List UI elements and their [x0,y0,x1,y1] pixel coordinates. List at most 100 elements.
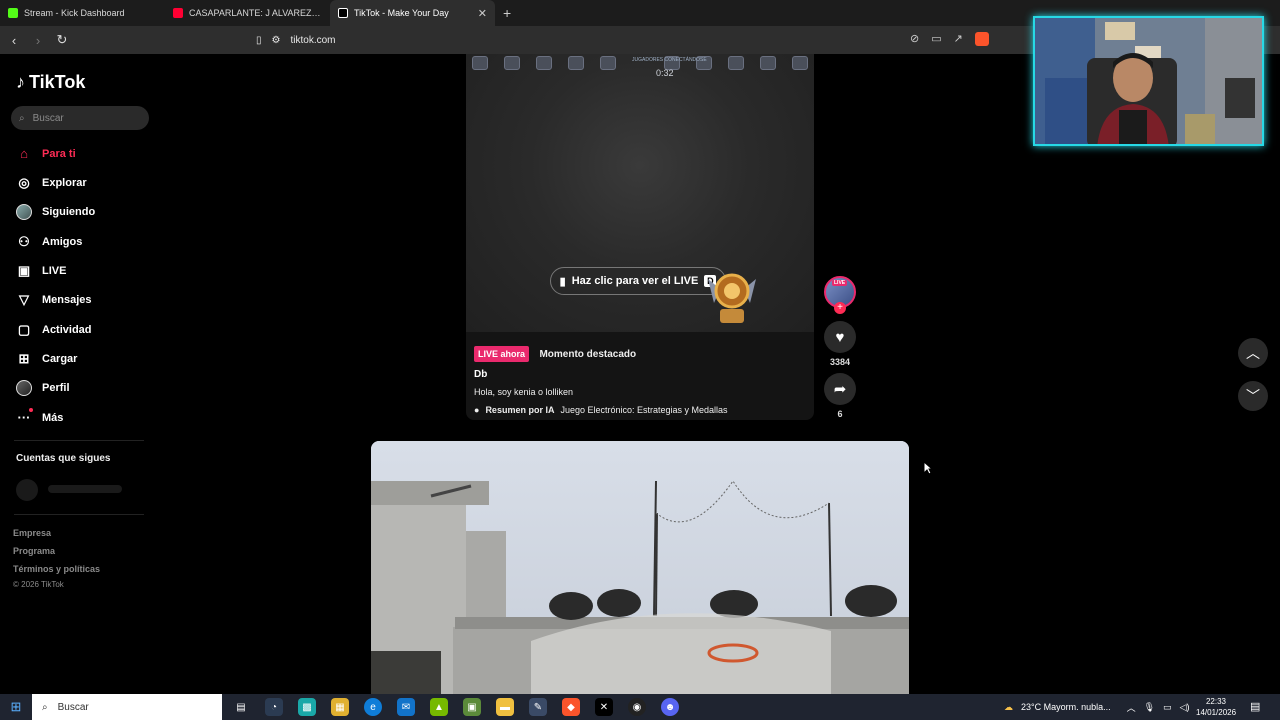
sidebar-item-perfil[interactable]: Perfil [16,380,70,396]
discord-icon[interactable]: ☻ [661,698,679,716]
footer-link-programa[interactable]: Programa [13,546,55,556]
volume-icon[interactable]: ◁) [1180,702,1190,713]
sidebar-item-para-ti[interactable]: ⌂ Para ti [16,146,76,161]
author-name[interactable]: Db [474,369,804,380]
tiktok-favicon-icon [338,8,348,18]
tiktok-note-icon: ♪ [16,72,25,92]
back-arrow-icon[interactable]: ‹ [4,33,24,48]
minecraft-icon[interactable]: ▣ [463,698,481,716]
share-button[interactable]: ➦ [824,373,856,405]
task-view-icon[interactable]: ▤ [232,698,250,716]
store-icon[interactable]: ▦ [331,698,349,716]
footer-link-terminos[interactable]: Términos y políticas [13,564,100,574]
microphone-icon[interactable]: 🎙︎ [1144,702,1155,713]
teal-app-icon[interactable]: ▩ [298,698,316,716]
share-icon[interactable]: ↗ [954,32,963,46]
live-description: Hola, soy kenia o lolliken [474,387,574,397]
brave-shield-icon[interactable] [974,32,989,46]
file-explorer-icon[interactable]: ▬ [496,698,514,716]
live-now-badge[interactable]: LIVE ahora [474,346,530,362]
tab-youtube[interactable]: CASAPARLANTE: J ALVAREZ - YouTube [165,0,330,26]
tab-title: TikTok - Make Your Day [354,8,449,18]
cast-icon[interactable]: ▭ [931,32,941,46]
windows-taskbar: ⊞ ⌕ Buscar ▤ ◔ ▩ ▦ e ✉ ▲ ▣ ▬ ✎ ◆ ✕ ◉ ☻ ☁… [0,694,1280,720]
mail-icon[interactable]: ✉ [397,698,415,716]
notifications-icon[interactable]: ▤ [1250,700,1260,713]
highlight-label: Momento destacado [539,349,637,360]
sidebar-item-mas[interactable]: ··· Más [16,408,63,425]
player-slot [504,56,520,70]
sidebar-item-label: Amigos [42,236,83,248]
live-info: LIVE ahora Momento destacado Db Hola, so… [474,344,804,415]
speedometer-app-icon[interactable]: ◔ [265,698,283,716]
close-tab-icon[interactable]: ✕ [478,7,487,20]
watch-live-label: Haz clic para ver el LIVE [571,275,699,287]
following-accounts-title: Cuentas que sigues [16,453,111,464]
sidebar-item-amigos[interactable]: ⚇ Amigos [16,234,82,250]
site-info-icon[interactable]: ⚙ [272,35,281,46]
translate-icon[interactable]: ⊘ [910,32,919,46]
sidebar-item-explorar[interactable]: ◎ Explorar [16,175,87,191]
search-placeholder: Buscar [32,112,64,124]
url-text: tiktok.com [290,34,336,46]
follow-plus-icon[interactable]: + [834,302,846,314]
sidebar-item-label: Siguiendo [42,206,96,218]
obs-icon[interactable]: ◉ [628,698,646,716]
forward-arrow-icon[interactable]: › [28,33,48,48]
tiktok-logo[interactable]: ♪ TikTok [16,72,85,93]
windows-start-icon[interactable]: ⊞ [0,699,32,715]
ai-summary[interactable]: ● Resumen por IA Juego Electrónico: Estr… [474,405,804,415]
sidebar-item-cargar[interactable]: ⊞ Cargar [16,351,78,367]
sidebar-item-siguiendo[interactable]: Siguiendo [16,204,95,220]
nvidia-icon[interactable]: ▲ [430,698,448,716]
footer-link-empresa[interactable]: Empresa [13,528,51,538]
tool-app-icon[interactable]: ✎ [529,698,547,716]
bookmark-icon[interactable]: ▯ [256,35,262,46]
search-icon: ⌕ [42,701,48,713]
taskbar-clock[interactable]: 22:33 14/01/2026 [1196,696,1236,718]
ai-summary-topic: Juego Electrónico: Estrategias y Medalla… [560,405,728,415]
url-field[interactable]: ▯ ⚙ tiktok.com [256,30,336,50]
live-video-preview[interactable]: JUGADORES CONECTÁNDOSE 0:32 ▮ Haz clic p… [466,54,814,332]
reload-icon[interactable]: ↻ [52,32,72,48]
sidebar-item-label: Para ti [42,147,76,160]
taskbar-search[interactable]: ⌕ Buscar [32,694,222,720]
tray-chevron-up-icon[interactable]: ︿ [1127,701,1136,714]
home-icon: ⌂ [20,146,28,161]
previous-video-button[interactable]: ︿ [1238,338,1268,368]
sidebar-item-actividad[interactable]: ▢ Actividad [16,322,92,338]
video-thumbnail [371,441,909,694]
player-slot [760,56,776,70]
weather-icon: ☁ [1004,701,1013,712]
tab-tiktok[interactable]: TikTok - Make Your Day ✕ [330,0,495,26]
brave-browser-icon[interactable]: ◆ [562,698,580,716]
search-input[interactable]: ⌕ Buscar [11,106,149,130]
sidebar-item-label: Explorar [42,177,87,189]
sidebar-item-label: Perfil [42,382,70,394]
like-button[interactable]: ♥ [824,321,856,353]
address-bar-actions: ⊘ ▭ ↗ [910,32,989,46]
game-timer: 0:32 [656,68,674,78]
live-tv-icon: ▣ [17,263,31,278]
divider [14,440,144,441]
copyright: © 2026 TikTok [13,580,64,589]
system-tray: ☁ 23°C Mayorm. nubla... ︿ 🎙︎ ▭ ◁) [1004,698,1190,716]
live-feed-card[interactable]: JUGADORES CONECTÁNDOSE 0:32 ▮ Haz clic p… [466,54,814,420]
ai-summary-label: Resumen por IA [485,405,555,415]
next-video-button[interactable]: ﹀ [1238,381,1268,411]
video-feed-card[interactable] [371,441,909,694]
hud-caption: JUGADORES CONECTÁNDOSE [632,57,707,63]
following-avatar-icon [16,204,32,220]
sidebar-item-live[interactable]: ▣ LIVE [16,263,67,279]
new-tab-button[interactable]: + [495,5,519,21]
notification-dot [29,408,33,412]
sidebar-item-label: LIVE [42,265,67,277]
skeleton-avatar [16,479,38,501]
tab-kick-dashboard[interactable]: Stream - Kick Dashboard [0,0,165,26]
sidebar-item-mensajes[interactable]: ▽ Mensajes [16,292,92,308]
weather-text[interactable]: 23°C Mayorm. nubla... [1021,702,1111,712]
compass-icon: ◎ [18,175,30,190]
edge-browser-icon[interactable]: e [364,698,382,716]
network-icon[interactable]: ▭ [1163,702,1172,713]
x-app-icon[interactable]: ✕ [595,698,613,716]
